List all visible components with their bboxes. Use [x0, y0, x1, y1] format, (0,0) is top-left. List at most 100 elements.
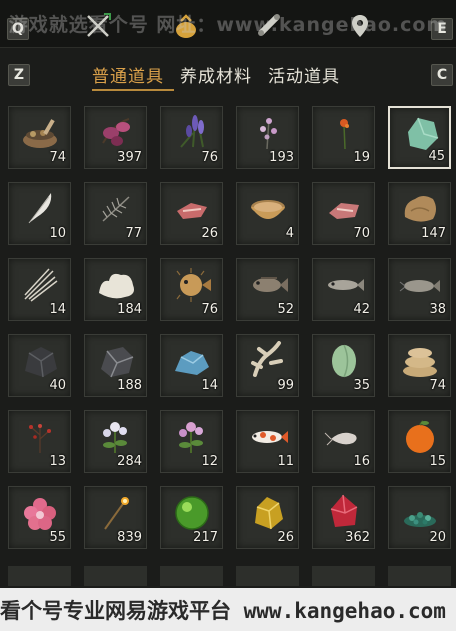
scroll-icon[interactable] — [256, 12, 284, 40]
item-slot[interactable]: 74 — [388, 334, 451, 397]
grey-fish-icon — [323, 265, 365, 303]
fish-meat-icon — [323, 189, 365, 227]
incense-stick-icon — [95, 493, 137, 531]
blue-ore-icon — [171, 341, 213, 379]
item-slot[interactable]: 10 — [8, 182, 71, 245]
item-slot[interactable]: 397 — [84, 106, 147, 169]
item-quantity: 42 — [353, 302, 370, 317]
item-slot[interactable]: 15 — [388, 410, 451, 473]
purple-flower-icon — [95, 113, 137, 151]
item-quantity: 74 — [49, 150, 66, 165]
item-slot[interactable]: 77 — [84, 182, 147, 245]
item-slot[interactable]: 76 — [160, 106, 223, 169]
red-sprig-icon — [323, 113, 365, 151]
item-slot[interactable]: 362 — [312, 486, 375, 549]
item-quantity: 16 — [353, 454, 370, 469]
item-quantity: 147 — [421, 226, 446, 241]
item-slot[interactable]: 74 — [8, 106, 71, 169]
raw-meat-icon — [171, 189, 213, 227]
bag-icon[interactable] — [172, 12, 200, 40]
item-quantity: 397 — [117, 150, 142, 165]
item-quantity: 77 — [125, 226, 142, 241]
iron-ore-icon — [95, 341, 137, 379]
item-quantity: 76 — [201, 302, 218, 317]
tab-materials[interactable]: 养成材料 — [180, 62, 252, 87]
item-slot[interactable]: 19 — [312, 106, 375, 169]
next-tab-key[interactable]: C — [431, 64, 453, 86]
item-slot[interactable]: 20 — [388, 486, 451, 549]
item-slot[interactable]: 38 — [388, 258, 451, 321]
item-quantity: 10 — [49, 226, 66, 241]
item-quantity: 99 — [277, 378, 294, 393]
next-category-key[interactable]: E — [431, 18, 453, 40]
item-slot[interactable]: 26 — [160, 182, 223, 245]
item-quantity: 52 — [277, 302, 294, 317]
soup-bowl-icon — [247, 189, 289, 227]
item-quantity: 40 — [49, 378, 66, 393]
item-quantity: 284 — [117, 454, 142, 469]
small-flower-icon — [247, 113, 289, 151]
item-slot[interactable]: 16 — [312, 410, 375, 473]
sandbags-icon — [399, 341, 441, 379]
item-slot[interactable]: 184 — [84, 258, 147, 321]
tab-event-items[interactable]: 活动道具 — [268, 62, 340, 87]
prev-tab-key[interactable]: Z — [8, 64, 30, 86]
item-slot[interactable]: 42 — [312, 258, 375, 321]
item-slot[interactable]: 839 — [84, 486, 147, 549]
item-quantity: 217 — [193, 530, 218, 545]
white-feather-icon — [19, 189, 61, 227]
item-slot[interactable]: 4 — [236, 182, 299, 245]
pufferfish-icon — [171, 265, 213, 303]
item-slot[interactable]: 76 — [160, 258, 223, 321]
item-quantity: 38 — [429, 302, 446, 317]
item-quantity: 12 — [201, 454, 218, 469]
item-slot[interactable]: 188 — [84, 334, 147, 397]
item-quantity: 13 — [49, 454, 66, 469]
prev-category-key[interactable]: Q — [7, 18, 29, 40]
item-quantity: 26 — [277, 530, 294, 545]
item-quantity: 76 — [201, 150, 218, 165]
quills-icon — [19, 265, 61, 303]
red-crystal-icon — [323, 493, 365, 531]
item-slot[interactable]: 11 — [236, 410, 299, 473]
item-quantity: 20 — [429, 530, 446, 545]
pink-flower-herb-icon — [171, 417, 213, 455]
item-slot[interactable]: 26 — [236, 486, 299, 549]
green-gravel-icon — [399, 493, 441, 531]
crossed-swords-icon[interactable] — [84, 12, 112, 40]
green-melon-icon — [323, 341, 365, 379]
item-slot[interactable]: 99 — [236, 334, 299, 397]
green-orb-icon — [171, 493, 213, 531]
item-quantity: 188 — [117, 378, 142, 393]
item-slot[interactable]: 147 — [388, 182, 451, 245]
white-flower-herb-icon — [95, 417, 137, 455]
item-quantity: 55 — [49, 530, 66, 545]
item-quantity: 14 — [201, 378, 218, 393]
item-quantity: 45 — [428, 149, 445, 164]
dark-ore-icon — [19, 341, 61, 379]
gold-nugget-icon — [247, 493, 289, 531]
item-slot[interactable]: 12 — [160, 410, 223, 473]
grey-feather-icon — [95, 189, 137, 227]
item-slot[interactable]: 52 — [236, 258, 299, 321]
bone-coral-icon — [247, 341, 289, 379]
item-slot[interactable]: 284 — [84, 410, 147, 473]
item-slot[interactable]: 40 — [8, 334, 71, 397]
partial-next-row — [0, 566, 456, 586]
item-quantity: 26 — [201, 226, 218, 241]
item-slot[interactable]: 193 — [236, 106, 299, 169]
item-slot[interactable]: 70 — [312, 182, 375, 245]
item-quantity: 193 — [269, 150, 294, 165]
map-pin-icon[interactable] — [346, 12, 374, 40]
item-slot[interactable]: 13 — [8, 410, 71, 473]
item-slot[interactable]: 217 — [160, 486, 223, 549]
tab-common-items[interactable]: 普通道具 — [92, 62, 164, 87]
item-slot[interactable]: 14 — [8, 258, 71, 321]
item-slot[interactable]: 45 — [388, 106, 451, 169]
tab-row: Z 普通道具 养成材料 活动道具 C — [0, 55, 456, 95]
active-tab-indicator — [92, 89, 174, 91]
item-slot[interactable]: 55 — [8, 486, 71, 549]
top-bar: Q E 游戏就选看个号 网址：www.kangehao.com — [0, 0, 456, 48]
item-slot[interactable]: 35 — [312, 334, 375, 397]
item-slot[interactable]: 14 — [160, 334, 223, 397]
